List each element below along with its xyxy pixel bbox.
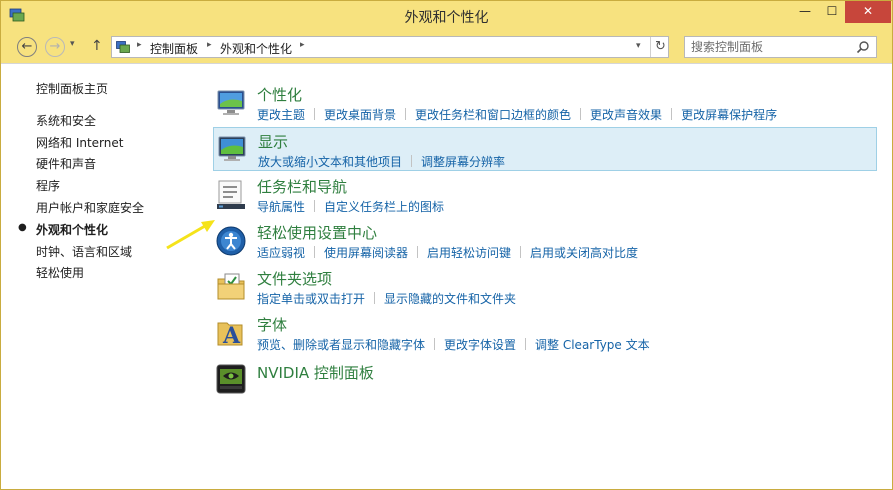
link-change-window-color[interactable]: 更改任务栏和窗口边框的颜色 [415,108,571,122]
refresh-button[interactable]: ↻ [650,37,670,57]
forward-button[interactable]: → [45,37,65,57]
search-icon[interactable] [856,40,870,54]
annotation-arrow-icon [166,220,215,250]
link-high-contrast[interactable]: 启用或关闭高对比度 [530,246,638,260]
navigation-bar: ← → ▾ ↑ ▸ 控制面板 ▸ 外观和个性化 ▸ ▾ ↻ [1,31,892,63]
link-change-sounds[interactable]: 更改声音效果 [590,108,662,122]
link-divider [374,292,376,304]
link-navigation-properties[interactable]: 导航属性 [257,200,305,214]
control-panel-window: 外观和个性化 — ☐ ✕ ← → ▾ ↑ ▸ 控制面板 ▸ 外观和个性化 ▸ ▾… [0,0,893,490]
sidebar-home-link[interactable]: 控制面板主页 [36,80,108,97]
close-button[interactable]: ✕ [845,1,891,23]
nvidia-icon[interactable] [215,363,247,395]
fonts-icon[interactable]: A [215,317,247,349]
window-title: 外观和个性化 [404,10,489,26]
category-personalization-links: 更改主题 更改桌面背景 更改任务栏和窗口边框的颜色 更改声音效果 更改屏幕保护程序 [257,106,777,123]
taskbar-icon[interactable] [215,179,247,211]
category-nvidia-title[interactable]: NVIDIA 控制面板 [257,362,374,383]
category-folder-options: 文件夹选项 指定单击或双击打开 显示隐藏的文件和文件夹 [213,265,877,309]
active-indicator-bullet: ● [18,222,27,233]
category-taskbar: 任务栏和导航 导航属性 自定义任务栏上的图标 [213,173,877,217]
breadcrumb-separator[interactable]: ▸ [207,40,212,50]
link-single-double-click[interactable]: 指定单击或双击打开 [257,292,365,306]
link-preview-fonts[interactable]: 预览、删除或者显示和隐藏字体 [257,338,425,352]
sidebar-item-ease-of-access[interactable]: 轻松使用 [36,264,84,281]
address-dropdown-button[interactable]: ▾ [636,41,641,51]
svg-text:A: A [222,323,241,349]
link-divider [411,155,413,167]
minimize-button[interactable]: — [791,1,819,23]
sidebar-item-clock-language[interactable]: 时钟、语言和区域 [36,243,132,260]
sidebar-item-hardware-sound[interactable]: 硬件和声音 [36,155,96,172]
category-ease-of-access: 轻松使用设置中心 适应弱视 使用屏幕阅读器 启用轻松访问键 启用或关闭高对比度 [213,219,877,263]
link-cleartype[interactable]: 调整 ClearType 文本 [535,338,650,352]
link-divider [520,246,522,258]
category-personalization: 个性化 更改主题 更改桌面背景 更改任务栏和窗口边框的颜色 更改声音效果 更改屏幕保护程… [213,81,877,125]
link-screen-reader[interactable]: 使用屏幕阅读器 [324,246,408,260]
link-divider [314,200,316,212]
link-change-theme[interactable]: 更改主题 [257,108,305,122]
category-fonts: A 字体 预览、删除或者显示和隐藏字体 更改字体设置 调整 ClearType 文本 [213,311,877,355]
category-folder-options-links: 指定单击或双击打开 显示隐藏的文件和文件夹 [257,290,516,307]
link-screen-resolution[interactable]: 调整屏幕分辨率 [421,155,505,169]
personalization-icon[interactable] [215,87,247,119]
category-fonts-title[interactable]: 字体 [257,314,287,335]
back-button[interactable]: ← [17,37,37,57]
category-folder-options-title[interactable]: 文件夹选项 [257,268,332,289]
link-show-hidden-files[interactable]: 显示隐藏的文件和文件夹 [384,292,516,306]
category-personalization-title[interactable]: 个性化 [257,84,302,105]
category-ease-of-access-links: 适应弱视 使用屏幕阅读器 启用轻松访问键 启用或关闭高对比度 [257,244,638,261]
link-divider [405,108,407,120]
folder-options-icon[interactable] [215,271,247,303]
breadcrumb-control-panel[interactable]: 控制面板 [150,40,198,57]
link-divider [525,338,527,350]
link-divider [580,108,582,120]
category-ease-of-access-title[interactable]: 轻松使用设置中心 [257,222,377,243]
sidebar-item-system-security[interactable]: 系统和安全 [36,112,96,129]
main-content: 控制面板主页 系统和安全 网络和 Internet 硬件和声音 程序 用户帐户和… [1,63,892,489]
category-taskbar-title[interactable]: 任务栏和导航 [257,176,347,197]
link-divider [434,338,436,350]
breadcrumb-separator[interactable]: ▸ [137,40,142,50]
sidebar-item-network[interactable]: 网络和 Internet [36,134,123,151]
up-button[interactable]: ↑ [91,38,103,54]
link-change-desktop-background[interactable]: 更改桌面背景 [324,108,396,122]
link-change-screen-saver[interactable]: 更改屏幕保护程序 [681,108,777,122]
breadcrumb-separator[interactable]: ▸ [300,40,305,50]
display-icon[interactable] [216,134,248,166]
category-display-links: 放大或缩小文本和其他项目 调整屏幕分辨率 [258,153,505,170]
category-display: 显示 放大或缩小文本和其他项目 调整屏幕分辨率 [213,127,877,171]
recent-locations-dropdown[interactable]: ▾ [70,39,75,49]
link-divider [417,246,419,258]
search-box[interactable] [684,36,877,58]
control-panel-icon [116,41,130,53]
link-text-size[interactable]: 放大或缩小文本和其他项目 [258,155,402,169]
category-fonts-links: 预览、删除或者显示和隐藏字体 更改字体设置 调整 ClearType 文本 [257,336,650,353]
link-customize-taskbar-icons[interactable]: 自定义任务栏上的图标 [324,200,444,214]
sidebar-item-programs[interactable]: 程序 [36,177,60,194]
address-bar[interactable]: ▸ 控制面板 ▸ 外观和个性化 ▸ ▾ ↻ [111,36,669,58]
category-display-title[interactable]: 显示 [258,131,288,152]
link-divider [671,108,673,120]
link-low-vision[interactable]: 适应弱视 [257,246,305,260]
sidebar-item-user-accounts[interactable]: 用户帐户和家庭安全 [36,199,144,216]
link-divider [314,108,316,120]
breadcrumb-appearance[interactable]: 外观和个性化 [220,40,292,57]
search-input[interactable] [691,39,851,55]
category-nvidia: NVIDIA 控制面板 [213,357,877,401]
maximize-button[interactable]: ☐ [819,1,845,23]
title-bar: 外观和个性化 — ☐ ✕ [1,1,892,31]
link-divider [314,246,316,258]
sidebar-item-appearance[interactable]: 外观和个性化 [36,221,108,238]
link-font-settings[interactable]: 更改字体设置 [444,338,516,352]
category-taskbar-links: 导航属性 自定义任务栏上的图标 [257,198,444,215]
link-access-keys[interactable]: 启用轻松访问键 [427,246,511,260]
